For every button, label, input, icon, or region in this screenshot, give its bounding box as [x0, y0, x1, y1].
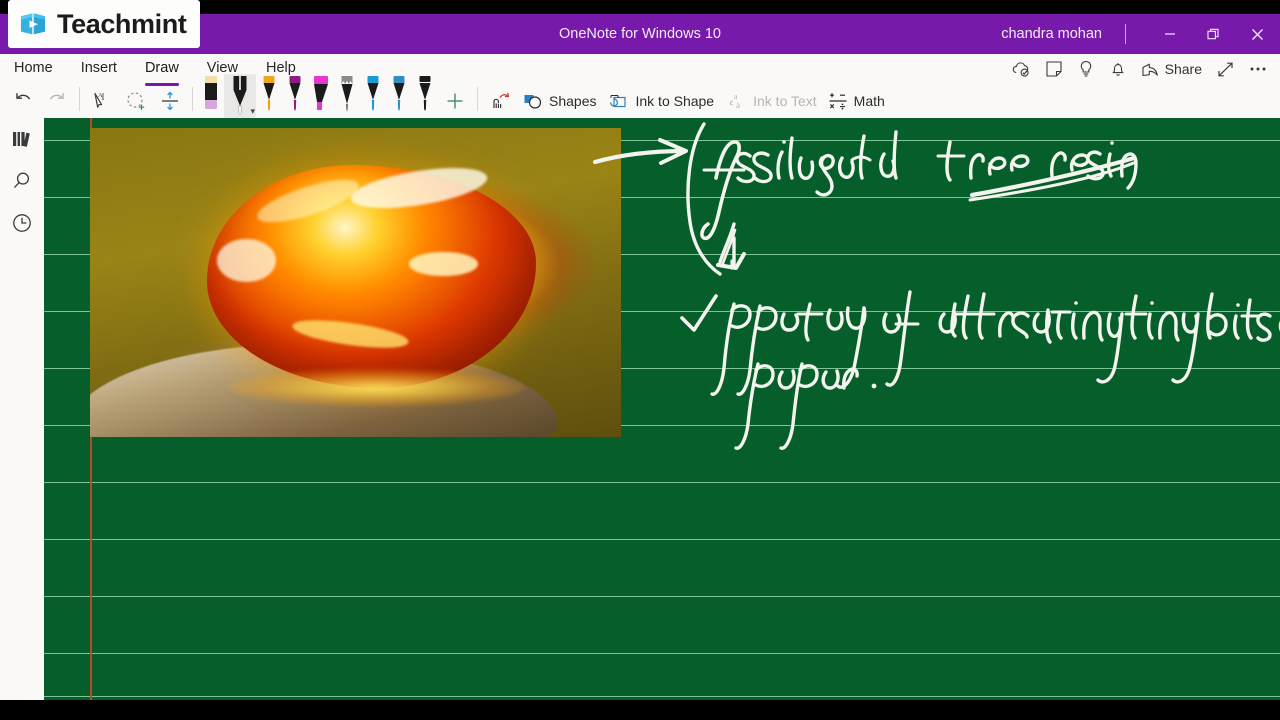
expand-arrow-icon[interactable] [1210, 55, 1240, 83]
notebooks-icon [10, 129, 34, 154]
share-label: Share [1164, 61, 1202, 77]
amber-resin-photo[interactable] [90, 128, 621, 437]
draw-tool-strip: I A ▾ Shapes Ink to Shape a a Ink to Tex… [6, 74, 890, 118]
tool-pen-teal[interactable] [386, 74, 412, 118]
tab-label: Draw [144, 60, 179, 76]
cloud-sync-icon[interactable] [1005, 55, 1037, 83]
sidebar-item-recent[interactable] [0, 204, 44, 246]
ribbon-right-actions: Share [1005, 54, 1274, 84]
tool-highlighter-magenta[interactable] [308, 74, 334, 118]
chevron-down-icon[interactable]: ▾ [250, 106, 255, 117]
insert-space-button[interactable] [153, 84, 187, 118]
tab-label: Insert [80, 60, 117, 76]
left-rail [0, 118, 44, 720]
account-name[interactable]: chandra mohan [1001, 14, 1102, 54]
tool-pencil-gray[interactable] [334, 74, 360, 118]
math-button[interactable]: Math [822, 84, 890, 118]
ink-to-text-button[interactable]: a a Ink to Text [719, 84, 822, 118]
ink-to-text-label: Ink to Text [753, 93, 817, 109]
note-canvas[interactable] [44, 118, 1280, 700]
select-text-button[interactable]: I A [85, 84, 119, 118]
shapes-label: Shapes [549, 93, 597, 109]
svg-text:A: A [98, 92, 103, 99]
lightbulb-icon[interactable] [1071, 55, 1101, 83]
share-button[interactable]: Share [1135, 55, 1208, 83]
tool-pen-blue[interactable] [360, 74, 386, 118]
tool-pen-purple[interactable] [282, 74, 308, 118]
tool-pen-gold[interactable] [256, 74, 282, 118]
tab-insert[interactable]: Insert [67, 54, 131, 82]
tool-divider [79, 86, 80, 111]
tab-draw[interactable]: Draw [131, 54, 193, 86]
search-icon [10, 169, 34, 198]
close-button[interactable] [1235, 14, 1280, 54]
tab-home[interactable]: Home [0, 54, 67, 82]
sidebar-item-search[interactable] [0, 162, 44, 204]
ink-replay-button[interactable] [483, 84, 517, 118]
tab-label: Home [14, 60, 53, 76]
photo-glow [228, 369, 526, 407]
shapes-button[interactable]: Shapes [517, 84, 601, 118]
tool-divider-3 [477, 86, 478, 111]
svg-text:a: a [736, 100, 740, 110]
redo-button[interactable] [40, 84, 74, 118]
pen-tray: ▾ [198, 74, 472, 118]
bottom-bar [0, 700, 1280, 720]
clock-icon [10, 211, 34, 240]
ink-to-shape-button[interactable]: Ink to Shape [601, 84, 719, 118]
restore-button[interactable] [1191, 14, 1236, 54]
ribbon: Home Insert Draw View Help Share I A ▾ S… [0, 54, 1280, 118]
tool-eraser[interactable] [198, 74, 224, 118]
title-bar: Teachmint OneNote for Windows 10 chandra… [0, 0, 1280, 54]
bell-icon[interactable] [1103, 55, 1133, 83]
titlebar-divider [1125, 24, 1126, 44]
tool-pen-black-selected[interactable]: ▾ [224, 74, 256, 118]
undo-button[interactable] [6, 84, 40, 118]
tool-divider-2 [192, 86, 193, 111]
lasso-select-button[interactable] [119, 84, 153, 118]
add-pen-button[interactable] [438, 84, 472, 118]
sidebar-item-notebooks[interactable] [0, 120, 44, 162]
tool-pen-black-2[interactable] [412, 74, 438, 118]
minimize-button[interactable] [1147, 14, 1192, 54]
sticky-note-icon[interactable] [1039, 55, 1069, 83]
onenote-window: Teachmint OneNote for Windows 10 chandra… [0, 0, 1280, 720]
more-ellipsis-icon[interactable] [1242, 55, 1274, 83]
math-label: Math [853, 93, 885, 109]
ink-to-shape-label: Ink to Shape [635, 93, 715, 109]
